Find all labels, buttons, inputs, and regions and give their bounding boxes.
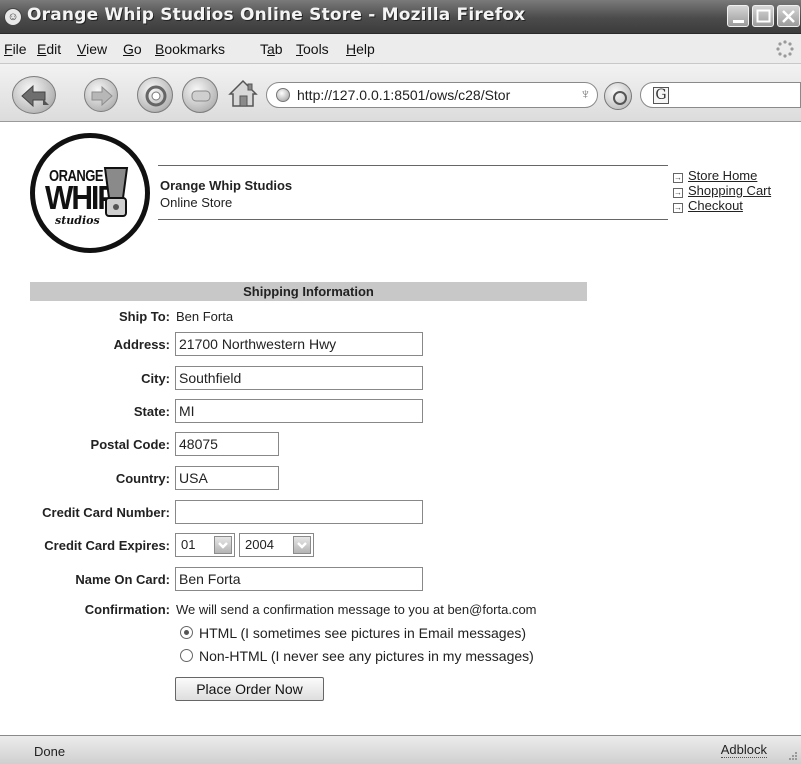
search-engine-icon[interactable]: G [653, 87, 669, 104]
text-radio[interactable] [180, 649, 193, 662]
menu-view[interactable]: View [77, 41, 107, 57]
postal-code-label: Postal Code: [90, 437, 170, 452]
state-label: State: [133, 404, 170, 419]
cc-year-select[interactable]: 2004 [239, 533, 314, 557]
html-option[interactable]: HTML (I sometimes see pictures in Email … [180, 625, 526, 641]
ship-to-value: Ben Forta [176, 309, 234, 324]
address-field[interactable] [175, 332, 423, 356]
page-content: ORANGE WHIP studios Orange Whip Studios … [0, 123, 801, 735]
back-arrow-icon [21, 84, 49, 108]
page-icon [276, 88, 290, 102]
address-bar[interactable]: http://127.0.0.1:8501/ows/c28/Stor ♆ [266, 82, 598, 108]
home-button[interactable] [226, 76, 260, 110]
blender-icon [103, 167, 129, 217]
link-arrow-icon: → [673, 203, 683, 213]
address-label: Address: [113, 337, 170, 352]
city-row: City: [0, 366, 801, 396]
maximize-icon [756, 9, 771, 23]
place-order-button[interactable]: Place Order Now [175, 677, 324, 701]
window-title: Orange Whip Studios Online Store - Mozil… [27, 5, 526, 25]
confirmation-label: Confirmation: [84, 602, 170, 617]
stop-button[interactable] [182, 77, 218, 113]
cc-month-value: 01 [181, 537, 196, 552]
home-icon [228, 79, 258, 107]
stop-icon [191, 90, 211, 102]
chevron-down-icon [214, 536, 232, 554]
menu-bookmarks[interactable]: Bookmarks [155, 41, 225, 57]
adblock-button[interactable]: Adblock [720, 742, 767, 758]
text-option[interactable]: Non-HTML (I never see any pictures in my… [180, 648, 534, 664]
search-input[interactable]: G [640, 82, 801, 108]
store-header: Orange Whip Studios Online Store [158, 165, 668, 220]
company-name: Orange Whip Studios [160, 178, 293, 193]
url-text: http://127.0.0.1:8501/ows/c28/Stor [297, 87, 511, 103]
cc-number-label: Credit Card Number: [42, 505, 170, 520]
postal-code-row: Postal Code: [0, 432, 801, 462]
html-option-label: HTML (I sometimes see pictures in Email … [199, 625, 527, 641]
store-logo[interactable]: ORANGE WHIP studios [30, 133, 150, 253]
throbber-icon [776, 40, 794, 58]
menu-tools[interactable]: Tools [296, 41, 329, 57]
link-arrow-icon: → [673, 173, 683, 183]
checkout-link[interactable]: → Checkout [673, 198, 771, 213]
reload-button[interactable] [137, 77, 173, 113]
navigation-toolbar: http://127.0.0.1:8501/ows/c28/Stor ♆ G [0, 64, 801, 122]
cc-year-value: 2004 [245, 537, 274, 552]
name-on-card-label: Name On Card: [75, 572, 170, 587]
city-label: City: [141, 371, 170, 386]
menu-bar: File Edit View Go Bookmarks Tab Tools He… [0, 34, 801, 64]
state-field[interactable] [175, 399, 423, 423]
postal-code-field[interactable] [175, 432, 279, 456]
cc-expires-row: Credit Card Expires: 01 2004 [0, 533, 801, 563]
text-option-label: Non-HTML (I never see any pictures in my… [199, 648, 534, 664]
chevron-down-icon [293, 536, 311, 554]
html-radio[interactable] [180, 626, 193, 639]
shipping-section-header: Shipping Information [30, 282, 587, 301]
reload-icon [145, 85, 167, 107]
cc-number-field[interactable] [175, 500, 423, 524]
confirmation-text: We will send a confirmation message to y… [176, 602, 537, 617]
store-home-link[interactable]: → Store Home [673, 168, 771, 183]
cc-month-select[interactable]: 01 [175, 533, 235, 557]
shopping-cart-link[interactable]: → Shopping Cart [673, 183, 771, 198]
cc-expires-label: Credit Card Expires: [44, 538, 170, 553]
menu-tab[interactable]: Tab [260, 41, 283, 57]
store-nav-links: → Store Home → Shopping Cart → Checkout [673, 168, 771, 213]
name-on-card-row: Name On Card: [0, 567, 801, 597]
minimize-icon [733, 20, 744, 23]
maximize-button[interactable] [752, 5, 774, 27]
menu-help[interactable]: Help [346, 41, 375, 57]
security-icon: ♆ [579, 86, 591, 103]
country-field[interactable] [175, 466, 279, 490]
firefox-icon: ☺ [4, 8, 22, 26]
forward-button[interactable] [84, 78, 118, 112]
menu-file[interactable]: File [4, 41, 27, 57]
minimize-button[interactable] [727, 5, 749, 27]
ship-to-label: Ship To: [118, 309, 170, 324]
city-field[interactable] [175, 366, 423, 390]
menu-go[interactable]: Go [123, 41, 142, 57]
cc-number-row: Credit Card Number: [0, 500, 801, 530]
company-tagline: Online Store [160, 195, 233, 210]
name-on-card-field[interactable] [175, 567, 423, 591]
menu-edit[interactable]: Edit [37, 41, 61, 57]
close-icon [782, 10, 795, 23]
country-row: Country: [0, 466, 801, 496]
address-row: Address: [0, 332, 801, 362]
state-row: State: [0, 399, 801, 429]
go-button[interactable] [604, 82, 632, 110]
window-titlebar: ☺ Orange Whip Studios Online Store - Moz… [0, 0, 801, 34]
link-arrow-icon: → [673, 188, 683, 198]
back-button[interactable] [12, 76, 56, 114]
country-label: Country: [115, 471, 170, 486]
logo-text-sub: studios [55, 214, 100, 227]
status-bar: Done Adblock [0, 735, 801, 764]
resize-grip-icon[interactable] [788, 751, 798, 761]
status-text: Done [34, 744, 66, 759]
close-button[interactable] [777, 5, 800, 27]
forward-arrow-icon [91, 85, 113, 107]
